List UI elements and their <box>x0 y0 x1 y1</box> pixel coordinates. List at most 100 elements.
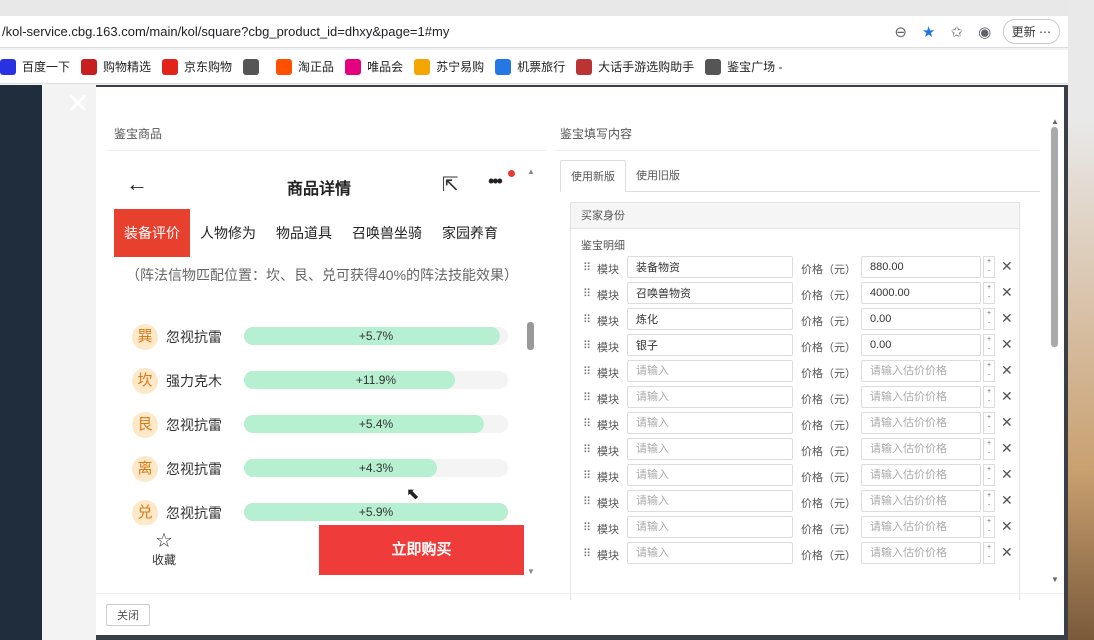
drag-handle-icon[interactable]: ⠿ <box>583 261 591 274</box>
favorites-list-icon[interactable]: ✩ <box>943 23 971 41</box>
detail-tab[interactable]: 召唤兽坐骑 <box>342 209 432 257</box>
price-stepper[interactable]: + - <box>983 334 995 356</box>
price-stepper[interactable]: + - <box>983 438 995 460</box>
form-tab[interactable]: 使用旧版 <box>626 160 690 191</box>
drag-handle-icon[interactable]: ⠿ <box>583 547 591 560</box>
price-stepper[interactable]: + - <box>983 516 995 538</box>
price-stepper[interactable]: + - <box>983 308 995 330</box>
price-input[interactable] <box>861 438 981 460</box>
price-input[interactable] <box>861 308 981 330</box>
price-input[interactable] <box>861 256 981 278</box>
price-input[interactable] <box>861 282 981 304</box>
drag-handle-icon[interactable]: ⠿ <box>583 313 591 326</box>
price-input[interactable] <box>861 490 981 512</box>
scroll-down-icon[interactable]: ▼ <box>526 567 536 576</box>
module-input[interactable] <box>627 308 793 330</box>
form-tab[interactable]: 使用新版 <box>560 160 626 192</box>
delete-row-icon[interactable]: ✕ <box>1001 518 1013 535</box>
module-input[interactable] <box>627 282 793 304</box>
scroll-down-icon[interactable]: ▼ <box>1050 575 1060 584</box>
bookmark-item[interactable]: 京东购物 <box>162 58 232 75</box>
bookmark-item[interactable] <box>243 58 265 75</box>
module-input[interactable] <box>627 516 793 538</box>
bookmark-item[interactable]: 百度一下 <box>0 58 70 75</box>
zoom-icon[interactable]: ⊖ <box>887 23 915 41</box>
drag-handle-icon[interactable]: ⠿ <box>583 365 591 378</box>
module-input[interactable] <box>627 360 793 382</box>
drag-handle-icon[interactable]: ⠿ <box>583 339 591 352</box>
bookmark-item[interactable]: 鉴宝广场 - <box>705 58 782 75</box>
scroll-thumb[interactable] <box>527 322 534 350</box>
delete-row-icon[interactable]: ✕ <box>1001 258 1013 275</box>
drag-handle-icon[interactable]: ⠿ <box>583 391 591 404</box>
module-input[interactable] <box>627 334 793 356</box>
bookmark-item[interactable]: 机票旅行 <box>495 58 565 75</box>
module-input[interactable] <box>627 386 793 408</box>
scroll-thumb[interactable] <box>1051 127 1058 347</box>
delete-row-icon[interactable]: ✕ <box>1001 440 1013 457</box>
module-input[interactable] <box>627 542 793 564</box>
drag-handle-icon[interactable]: ⠿ <box>583 469 591 482</box>
price-stepper[interactable]: + - <box>983 360 995 382</box>
price-input[interactable] <box>861 516 981 538</box>
price-input[interactable] <box>861 360 981 382</box>
module-input[interactable] <box>627 412 793 434</box>
price-input[interactable] <box>861 542 981 564</box>
module-input[interactable] <box>627 490 793 512</box>
detail-tab[interactable]: 装备评价 <box>114 209 190 257</box>
scroll-up-icon[interactable]: ▲ <box>526 167 536 176</box>
price-stepper[interactable]: + - <box>983 542 995 564</box>
bookmark-item[interactable]: 唯品会 <box>345 58 403 75</box>
price-label: 价格（元） <box>801 524 856 536</box>
detail-tab[interactable]: 家园养育 <box>432 209 508 257</box>
favorite-star-icon[interactable]: ★ <box>915 23 943 41</box>
drag-handle-icon[interactable]: ⠿ <box>583 443 591 456</box>
url-field[interactable]: /kol-service.cbg.163.com/main/kol/square… <box>0 24 887 39</box>
delete-row-icon[interactable]: ✕ <box>1001 544 1013 561</box>
price-stepper[interactable]: + - <box>983 490 995 512</box>
drag-handle-icon[interactable]: ⠿ <box>583 417 591 430</box>
form-scrollbar[interactable]: ▲ ▼ <box>1050 117 1060 587</box>
bookmark-item[interactable]: 苏宁易购 <box>414 58 484 75</box>
detail-tab[interactable]: 物品道具 <box>266 209 342 257</box>
price-stepper[interactable]: + - <box>983 256 995 278</box>
profile-avatar-icon[interactable]: ◉ <box>971 23 999 41</box>
price-input[interactable] <box>861 386 981 408</box>
price-stepper[interactable]: + - <box>983 282 995 304</box>
drag-handle-icon[interactable]: ⠿ <box>583 287 591 300</box>
module-input[interactable] <box>627 256 793 278</box>
price-label: 价格（元） <box>801 550 856 562</box>
favorite-button[interactable]: ☆ 收藏 <box>144 531 184 568</box>
bookmark-item[interactable]: 大话手游选购助手 <box>576 58 694 75</box>
delete-row-icon[interactable]: ✕ <box>1001 362 1013 379</box>
divider <box>554 150 1040 151</box>
detail-tab[interactable]: 人物修为 <box>190 209 266 257</box>
drag-handle-icon[interactable]: ⠿ <box>583 521 591 534</box>
bookmark-item[interactable]: 淘正品 <box>276 58 334 75</box>
price-stepper[interactable]: + - <box>983 412 995 434</box>
price-input[interactable] <box>861 412 981 434</box>
delete-row-icon[interactable]: ✕ <box>1001 310 1013 327</box>
share-icon[interactable]: ⇱ <box>442 172 459 197</box>
delete-row-icon[interactable]: ✕ <box>1001 336 1013 353</box>
preview-scrollbar[interactable]: ▲ ▼ <box>526 167 536 577</box>
buy-now-button[interactable]: 立即购买 <box>319 525 524 575</box>
close-button[interactable]: 关闭 <box>106 604 150 626</box>
drag-handle-icon[interactable]: ⠿ <box>583 495 591 508</box>
price-stepper[interactable]: + - <box>983 464 995 486</box>
delete-row-icon[interactable]: ✕ <box>1001 414 1013 431</box>
module-input[interactable] <box>627 464 793 486</box>
more-dots-icon[interactable]: ••• <box>488 171 503 192</box>
price-input[interactable] <box>861 464 981 486</box>
overlay-close-icon[interactable]: ✕ <box>64 90 92 118</box>
delete-row-icon[interactable]: ✕ <box>1001 284 1013 301</box>
update-menu-button[interactable]: 更新 ⋯ <box>1002 19 1060 44</box>
scroll-up-icon[interactable]: ▲ <box>1050 117 1060 126</box>
module-input[interactable] <box>627 438 793 460</box>
delete-row-icon[interactable]: ✕ <box>1001 388 1013 405</box>
bookmark-item[interactable]: 购物精选 <box>81 58 151 75</box>
delete-row-icon[interactable]: ✕ <box>1001 466 1013 483</box>
delete-row-icon[interactable]: ✕ <box>1001 492 1013 509</box>
price-input[interactable] <box>861 334 981 356</box>
price-stepper[interactable]: + - <box>983 386 995 408</box>
